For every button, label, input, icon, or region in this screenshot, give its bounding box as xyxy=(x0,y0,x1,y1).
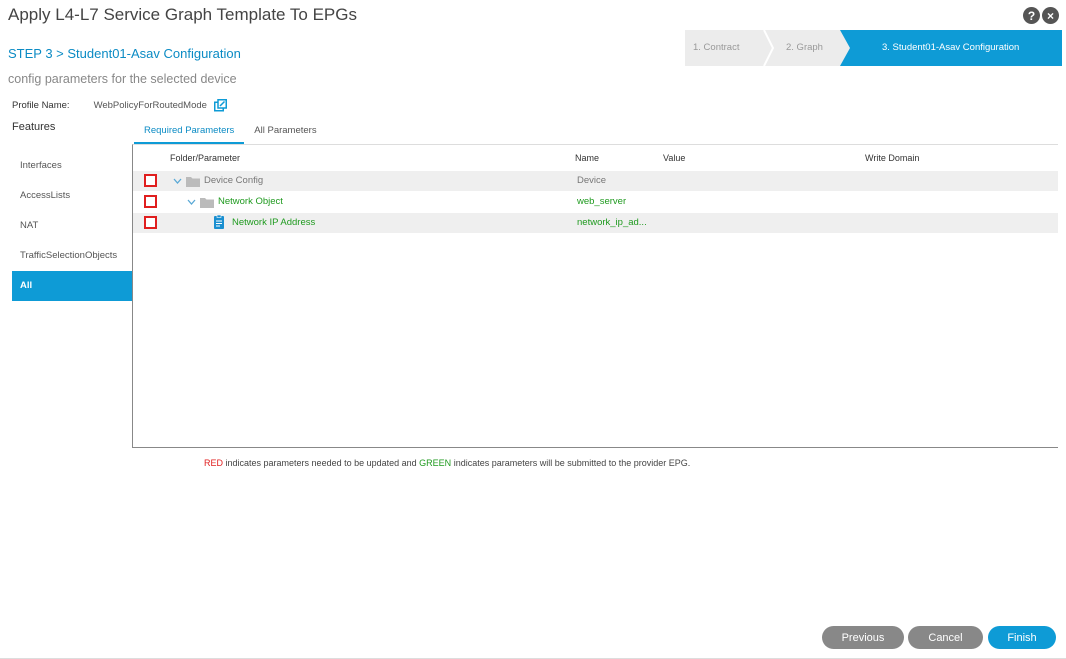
parameters-grid: Folder/Parameter Name Value Write Domain… xyxy=(132,144,1058,448)
row-name: Device xyxy=(577,175,607,186)
cancel-button[interactable]: Cancel xyxy=(908,626,983,649)
column-header-value[interactable]: Value xyxy=(663,145,685,171)
table-row[interactable]: Device Config Device xyxy=(133,171,1058,191)
folder-icon xyxy=(200,198,214,208)
open-external-icon[interactable] xyxy=(213,99,227,112)
header-actions: ? × xyxy=(1023,7,1059,24)
help-icon[interactable]: ? xyxy=(1023,7,1040,24)
close-icon[interactable]: × xyxy=(1042,7,1059,24)
feature-item-nat[interactable]: NAT xyxy=(12,211,132,241)
legend-green-text: indicates parameters will be submitted t… xyxy=(451,458,691,468)
feature-item-all[interactable]: All xyxy=(12,271,132,301)
feature-item-trafficselectionobjects[interactable]: TrafficSelectionObjects xyxy=(12,241,132,271)
profile-label: Profile Name: xyxy=(12,100,70,111)
previous-button[interactable]: Previous xyxy=(822,626,904,649)
profile-row: Profile Name: WebPolicyForRoutedMode xyxy=(12,99,227,112)
column-header-folder[interactable]: Folder/Parameter xyxy=(170,145,240,171)
finish-button[interactable]: Finish xyxy=(988,626,1056,649)
features-sidebar: Interfaces AccessLists NAT TrafficSelect… xyxy=(12,151,132,301)
step-title: STEP 3 > Student01-Asav Configuration xyxy=(8,46,241,61)
row-name: network_ip_ad... xyxy=(577,217,647,228)
dialog-title: Apply L4-L7 Service Graph Template To EP… xyxy=(8,5,357,24)
row-name: web_server xyxy=(577,196,627,207)
feature-item-accesslists[interactable]: AccessLists xyxy=(12,181,132,211)
column-header-write-domain[interactable]: Write Domain xyxy=(865,145,919,171)
legend-red-label: RED xyxy=(204,458,224,468)
column-header-name[interactable]: Name xyxy=(575,145,599,171)
wizard-step-graph[interactable]: 2. Graph xyxy=(786,30,823,66)
document-icon xyxy=(214,215,224,229)
row-label: Network IP Address xyxy=(232,217,316,228)
feature-item-interfaces[interactable]: Interfaces xyxy=(12,151,132,181)
wizard-step-device-config[interactable]: 3. Student01-Asav Configuration xyxy=(840,30,1062,66)
row-label: Network Object xyxy=(218,196,283,207)
row-checkbox[interactable] xyxy=(144,174,157,187)
color-legend: RED indicates parameters needed to be up… xyxy=(204,458,690,468)
row-label: Device Config xyxy=(204,175,264,186)
row-checkbox[interactable] xyxy=(144,195,157,208)
step-subtitle: config parameters for the selected devic… xyxy=(8,72,237,86)
wizard-separator-icon xyxy=(763,30,775,66)
wizard-progress: 1. Contract 2. Graph 3. Student01-Asav C… xyxy=(685,30,1062,66)
legend-red-text: indicates parameters needed to be update… xyxy=(223,458,420,468)
folder-icon xyxy=(186,177,200,187)
features-title: Features xyxy=(12,121,56,133)
tab-required-parameters[interactable]: Required Parameters xyxy=(134,122,245,145)
legend-green-label: GREEN xyxy=(419,458,452,468)
table-row[interactable]: Network Object web_server xyxy=(133,192,1058,212)
chevron-down-icon[interactable] xyxy=(187,196,196,208)
tab-all-parameters[interactable]: All Parameters xyxy=(244,122,326,145)
wizard-step-contract[interactable]: 1. Contract xyxy=(693,30,739,66)
parameter-tabs: Required Parameters All Parameters xyxy=(134,122,327,145)
row-checkbox[interactable] xyxy=(144,216,157,229)
profile-value: WebPolicyForRoutedMode xyxy=(93,100,207,111)
chevron-down-icon[interactable] xyxy=(173,175,182,187)
table-row[interactable]: Network IP Address network_ip_ad... xyxy=(133,213,1058,233)
